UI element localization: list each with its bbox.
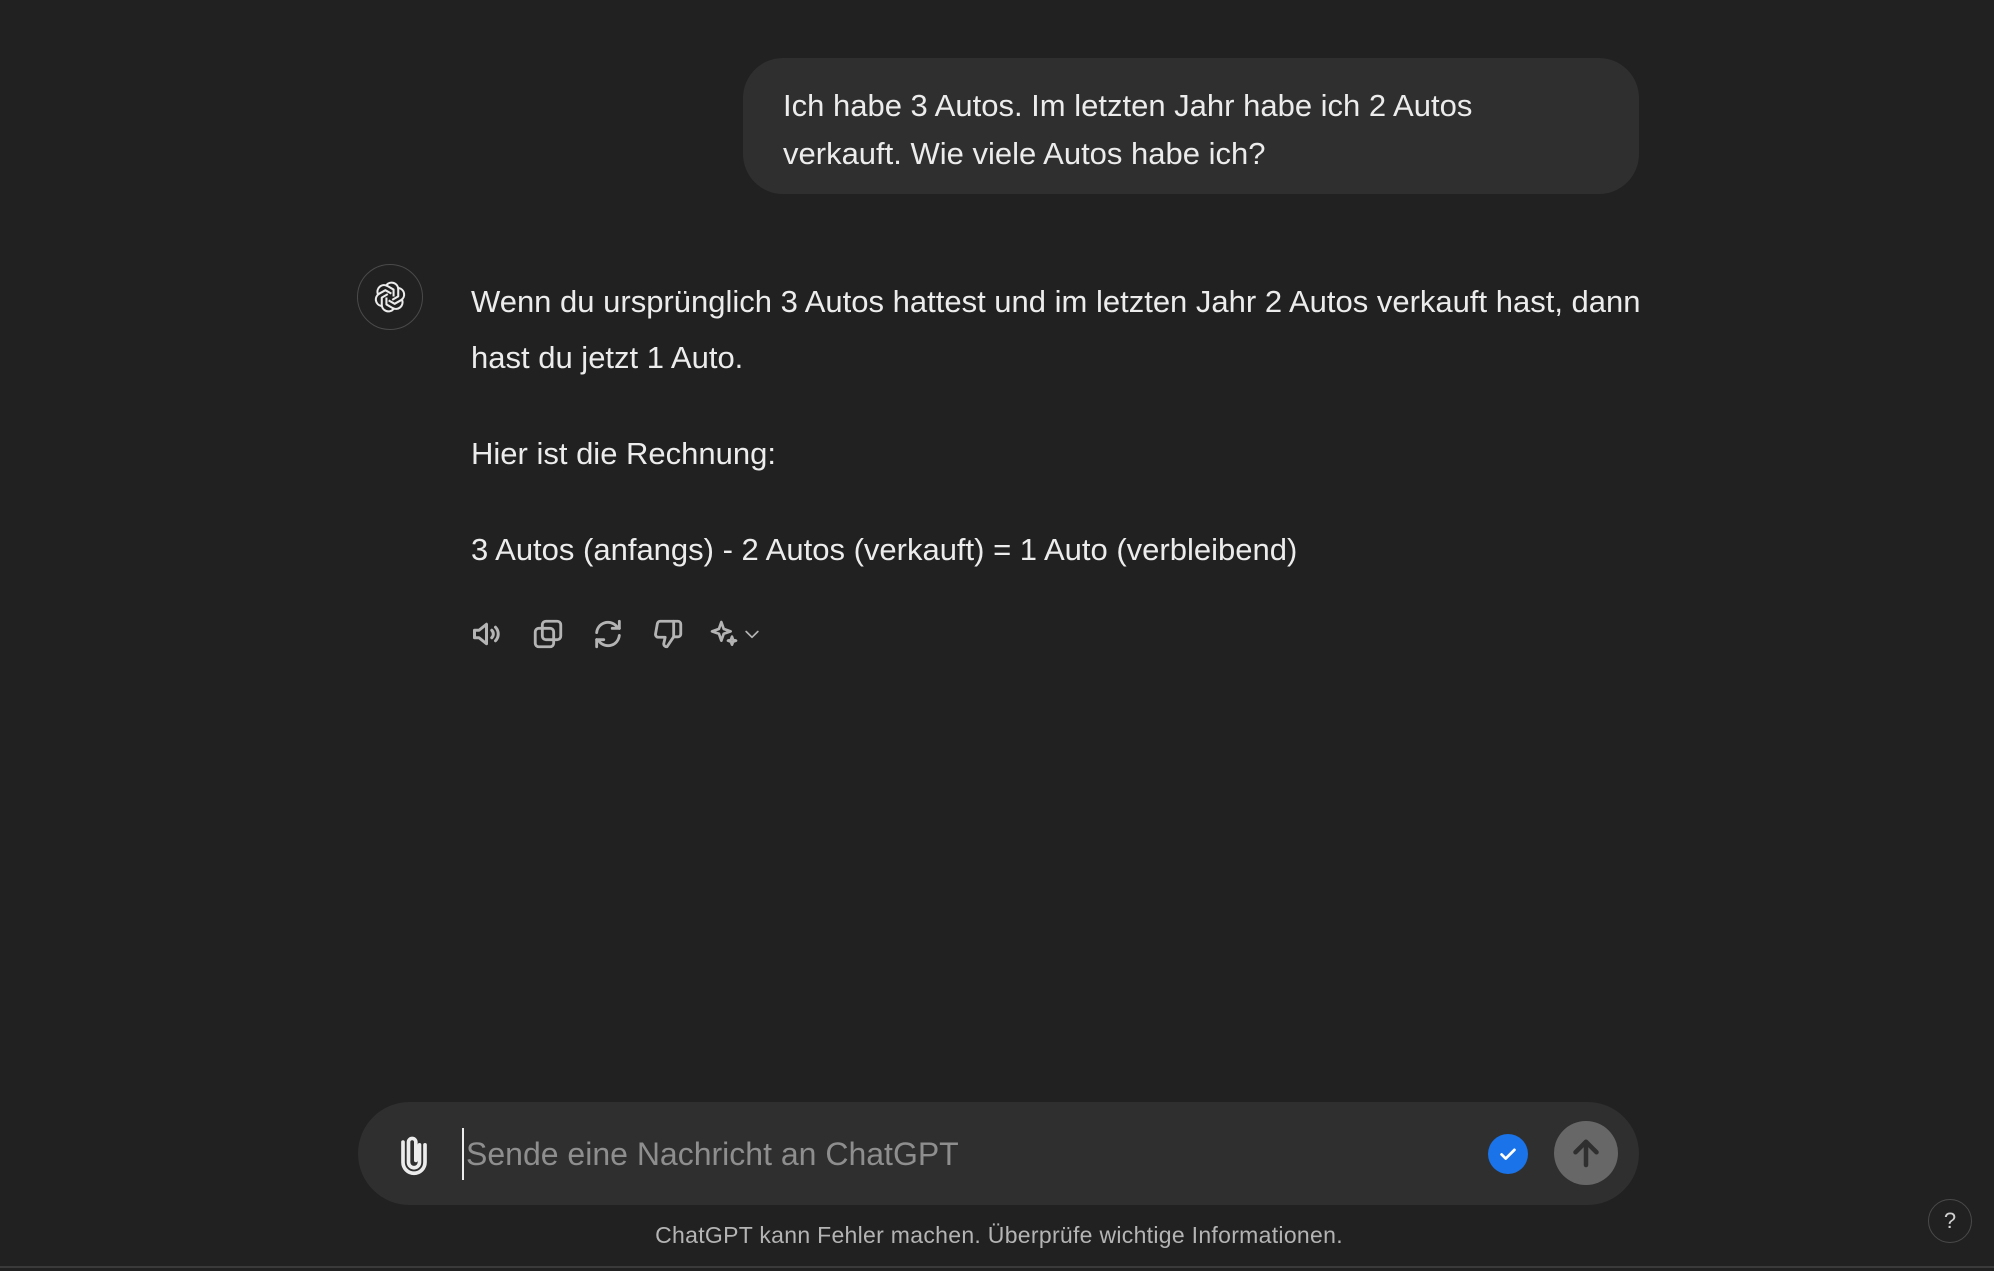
chevron-down-icon xyxy=(745,630,759,639)
assistant-paragraph: 3 Autos (anfangs) - 2 Autos (verkauft) =… xyxy=(471,532,1298,567)
user-message-bubble: Ich habe 3 Autos. Im letzten Jahr habe i… xyxy=(743,58,1639,194)
openai-logo-icon xyxy=(374,281,406,313)
regenerate-icon xyxy=(595,619,621,649)
divider xyxy=(0,1266,1994,1268)
copy-button[interactable] xyxy=(528,614,568,654)
help-label: ? xyxy=(1943,1208,1957,1233)
check-icon xyxy=(1500,1148,1516,1160)
help-button[interactable]: ? xyxy=(1928,1199,1972,1243)
assistant-paragraph: Wenn du ursprünglich 3 Autos hattest und… xyxy=(471,284,1641,375)
copy-icon xyxy=(533,619,563,649)
check-badge[interactable] xyxy=(1488,1134,1528,1174)
message-input[interactable] xyxy=(462,1128,1428,1180)
paperclip-icon xyxy=(401,1136,427,1176)
read-aloud-button[interactable] xyxy=(468,614,508,654)
sparkle-icon xyxy=(710,620,738,646)
arrow-up-icon xyxy=(1573,1139,1599,1168)
assistant-avatar xyxy=(357,264,423,330)
speaker-icon xyxy=(473,622,500,646)
chat-page: Ich habe 3 Autos. Im letzten Jahr habe i… xyxy=(0,0,1994,1271)
disclaimer-text: ChatGPT kann Fehler machen. Überprüfe wi… xyxy=(655,1222,1343,1248)
thumbs-down-button[interactable] xyxy=(648,614,688,654)
send-button[interactable] xyxy=(1554,1121,1618,1185)
thumbs-down-icon xyxy=(654,619,683,649)
user-message-text: Ich habe 3 Autos. Im letzten Jahr habe i… xyxy=(783,88,1473,171)
message-actions xyxy=(468,614,770,654)
regenerate-button[interactable] xyxy=(588,614,628,654)
message-composer xyxy=(358,1102,1639,1205)
assistant-message: Wenn du ursprünglich 3 Autos hattest und… xyxy=(471,274,1646,618)
switch-model-button[interactable] xyxy=(708,614,770,654)
attach-button[interactable] xyxy=(394,1132,434,1176)
assistant-paragraph: Hier ist die Rechnung: xyxy=(471,436,776,471)
